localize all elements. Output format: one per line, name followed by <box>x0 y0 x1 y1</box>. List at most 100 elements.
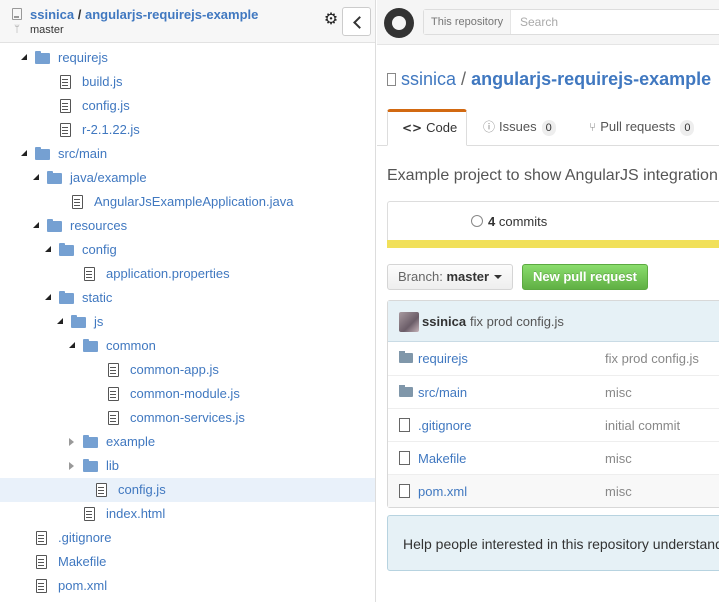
repo-name-link[interactable]: angularjs-requirejs-example <box>471 69 711 89</box>
commits-label: commits <box>498 214 548 229</box>
tree-repo-title[interactable]: ssinica / angularjs-requirejs-example <box>30 7 258 22</box>
file-icon <box>36 579 47 593</box>
file-icon <box>108 387 119 401</box>
tree-file-row[interactable]: r-2.1.22.js <box>0 118 375 142</box>
table-row: src/main misc <box>388 375 719 408</box>
repo-icon <box>12 8 22 20</box>
table-row: Makefile misc <box>388 441 719 474</box>
expand-open-icon[interactable] <box>57 318 63 324</box>
tab-issues[interactable]: ⓘ Issues 0 <box>483 109 556 146</box>
tree-folder-row[interactable]: example <box>0 430 375 454</box>
file-name-link[interactable]: requirejs <box>418 351 468 366</box>
file-commit-message-link[interactable]: initial commit <box>605 418 680 433</box>
repo-nav-tabs: <> Code ⓘ Issues 0 ⑂ Pull requests 0 <box>377 109 719 146</box>
avatar[interactable] <box>399 312 419 332</box>
expand-open-icon[interactable] <box>45 246 51 252</box>
gear-icon[interactable]: ⚙ <box>322 10 340 30</box>
file-commit-message-link[interactable]: misc <box>605 484 632 499</box>
tree-folder-row[interactable]: lib <box>0 454 375 478</box>
search-scope-label: This repository <box>424 10 512 34</box>
tree-folder-row[interactable]: resources <box>0 214 375 238</box>
tree-file-row[interactable]: AngularJsExampleApplication.java <box>0 190 375 214</box>
tree-item-label: Makefile <box>58 554 107 569</box>
readme-help-banner: Help people interested in this repositor… <box>387 515 719 571</box>
tree-folder-row[interactable]: src/main <box>0 142 375 166</box>
pull-requests-count-badge: 0 <box>680 120 695 136</box>
tree-folder-row[interactable]: requirejs <box>0 46 375 70</box>
branch-icon: ᛘ <box>14 24 20 35</box>
table-row: requirejs fix prod config.js <box>388 342 719 375</box>
new-pull-request-button[interactable]: New pull request <box>522 264 648 290</box>
commits-count: 4 <box>488 214 496 229</box>
tree-file-row[interactable]: common-app.js <box>0 358 375 382</box>
tree-item-label: .gitignore <box>58 530 112 545</box>
tree-folder-row[interactable]: common <box>0 334 375 358</box>
expand-open-icon[interactable] <box>21 150 27 156</box>
tab-pull-requests[interactable]: ⑂ Pull requests 0 <box>589 109 695 146</box>
expand-open-icon[interactable] <box>33 174 39 180</box>
file-name-link[interactable]: Makefile <box>418 451 466 466</box>
tree-item-label: application.properties <box>106 266 230 281</box>
tree-file-row[interactable]: pom.xml <box>0 574 375 598</box>
file-commit-message-link[interactable]: misc <box>605 385 632 400</box>
tree-file-row[interactable]: build.js <box>0 70 375 94</box>
folder-icon <box>59 291 74 304</box>
tree-file-row[interactable]: index.html <box>0 502 375 526</box>
tree-folder-row[interactable]: static <box>0 286 375 310</box>
tree-folder-row[interactable]: js <box>0 310 375 334</box>
folder-icon <box>47 171 62 184</box>
repo-owner-link[interactable]: ssinica <box>401 69 456 89</box>
github-logo-icon[interactable] <box>384 8 414 38</box>
tree-file-row[interactable]: application.properties <box>0 262 375 286</box>
folder-icon <box>399 385 413 397</box>
tree-file-row[interactable]: Makefile <box>0 550 375 574</box>
commit-message-link[interactable]: fix prod config.js <box>470 314 564 329</box>
tree-file-row[interactable]: common-services.js <box>0 406 375 430</box>
tree-item-label: lib <box>106 458 120 473</box>
tree-owner-link[interactable]: ssinica <box>30 7 74 22</box>
commits-link[interactable]: 4 commits <box>471 214 547 229</box>
collapse-sidebar-button[interactable] <box>342 7 371 36</box>
tree-item-label: example <box>106 434 156 449</box>
branch-select-button[interactable]: Branch: master <box>387 264 513 290</box>
tree-repo-link[interactable]: angularjs-requirejs-example <box>85 7 258 22</box>
expand-closed-icon[interactable] <box>69 462 74 470</box>
file-commit-message-link[interactable]: fix prod config.js <box>605 351 699 366</box>
tree-item-label: requirejs <box>58 50 108 65</box>
tab-code[interactable]: <> Code <box>387 109 467 146</box>
tree-item-label: config.js <box>82 98 130 113</box>
history-icon <box>471 215 483 227</box>
file-icon <box>36 531 47 545</box>
file-commit-message-link[interactable]: misc <box>605 451 632 466</box>
folder-icon <box>35 147 50 160</box>
tree-item-label: config <box>82 242 117 257</box>
file-name-link[interactable]: pom.xml <box>418 484 467 499</box>
expand-closed-icon[interactable] <box>69 438 74 446</box>
file-icon <box>96 483 107 497</box>
search-box[interactable]: This repository <box>423 9 719 35</box>
tree-file-row[interactable]: config.js <box>0 478 375 502</box>
folder-icon <box>35 51 50 64</box>
file-name-link[interactable]: .gitignore <box>418 418 471 433</box>
commit-author-link[interactable]: ssinica <box>422 314 466 329</box>
tree-item-label: common-module.js <box>130 386 240 401</box>
folder-icon <box>399 351 413 363</box>
expand-open-icon[interactable] <box>21 54 27 60</box>
file-icon <box>36 555 47 569</box>
table-row: pom.xml misc <box>388 474 719 507</box>
tree-folder-row[interactable]: java/example <box>0 166 375 190</box>
file-icon <box>399 418 410 432</box>
tab-issues-label: Issues <box>499 119 537 134</box>
file-name-link[interactable]: src/main <box>418 385 467 400</box>
file-icon <box>60 99 71 113</box>
search-input[interactable] <box>520 12 719 32</box>
expand-open-icon[interactable] <box>45 294 51 300</box>
expand-open-icon[interactable] <box>69 342 75 348</box>
tree-file-row[interactable]: .gitignore <box>0 526 375 550</box>
repo-description: Example project to show AngularJS integr… <box>387 167 719 184</box>
tree-branch-name: master <box>30 24 64 36</box>
tree-file-row[interactable]: config.js <box>0 94 375 118</box>
expand-open-icon[interactable] <box>33 222 39 228</box>
tree-file-row[interactable]: common-module.js <box>0 382 375 406</box>
tree-folder-row[interactable]: config <box>0 238 375 262</box>
